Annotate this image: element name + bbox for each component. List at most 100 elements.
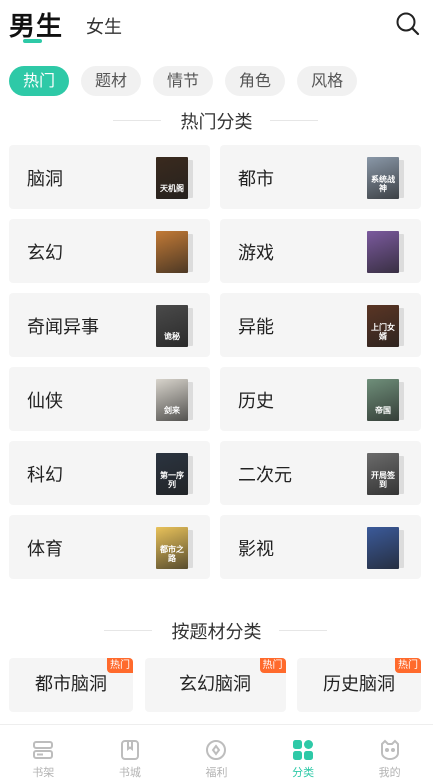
filter-chips: 热门 题材 情节 角色 风格 xyxy=(9,66,358,96)
nav-item-welfare[interactable]: 福利 xyxy=(173,725,260,779)
book-cover-title: 天机阁 xyxy=(160,184,184,193)
book-cover-stack: 帝国 xyxy=(367,379,404,421)
book-cover-stack: 剑来 xyxy=(156,379,193,421)
book-cover xyxy=(367,527,399,569)
topic-row: 都市脑洞 热门 玄幻脑洞 热门 历史脑洞 热门 xyxy=(9,658,421,712)
nav-label: 书架 xyxy=(32,766,55,779)
book-cover-title: 开局签到 xyxy=(371,471,395,489)
hot-section-label: 热门分类 xyxy=(180,112,253,133)
active-tab-indicator xyxy=(23,39,42,43)
book-cover: 第一序列 xyxy=(156,453,188,495)
book-cover: 天机阁 xyxy=(156,157,188,199)
topic-card[interactable]: 玄幻脑洞 热门 xyxy=(144,658,286,712)
book-cover-title: 上门女婿 xyxy=(371,323,395,341)
book-cover-title: 第一序列 xyxy=(160,471,184,489)
category-label: 游戏 xyxy=(238,243,274,264)
book-cover-title: 诡秘 xyxy=(164,332,180,341)
book-cover-stack xyxy=(367,231,404,273)
book-cover-title: 都市之路 xyxy=(160,545,184,563)
hot-badge: 热门 xyxy=(259,658,286,673)
category-label: 都市 xyxy=(238,169,274,190)
filter-chip[interactable]: 角色 xyxy=(225,66,286,96)
book-cover: 诡秘 xyxy=(156,305,188,347)
category-label: 脑洞 xyxy=(27,169,63,190)
book-cover-stack: 天机阁 xyxy=(156,157,193,199)
topic-label: 玄幻脑洞 xyxy=(179,674,251,695)
category-card[interactable]: 仙侠剑来 xyxy=(9,367,210,431)
book-cover-title: 系统战神 xyxy=(371,175,395,193)
bookstore-icon xyxy=(118,738,142,762)
book-cover xyxy=(367,231,399,273)
hot-badge: 热门 xyxy=(107,658,133,673)
hot-section-title: 热门分类 xyxy=(0,108,433,134)
nav-item-category[interactable]: 分类 xyxy=(260,725,347,779)
book-cover: 系统战神 xyxy=(367,157,399,199)
book-cover: 开局签到 xyxy=(367,453,399,495)
welfare-icon xyxy=(204,738,228,762)
category-card[interactable]: 历史帝国 xyxy=(220,367,421,431)
filter-chip[interactable]: 题材 xyxy=(81,66,142,96)
category-card[interactable]: 玄幻 xyxy=(9,219,210,283)
book-cover: 上门女婿 xyxy=(367,305,399,347)
topic-label: 历史脑洞 xyxy=(323,674,395,695)
category-card[interactable]: 奇闻异事诡秘 xyxy=(9,293,210,357)
book-cover-stack: 都市之路 xyxy=(156,527,193,569)
category-label: 历史 xyxy=(238,391,274,412)
book-cover-stack: 第一序列 xyxy=(156,453,193,495)
nav-label: 书城 xyxy=(118,766,141,779)
hot-badge: 热门 xyxy=(395,658,421,673)
book-cover-stack xyxy=(367,527,404,569)
bottom-nav: 书架 书城 福利 分类 我的 xyxy=(0,724,433,779)
book-cover: 帝国 xyxy=(367,379,399,421)
category-label: 仙侠 xyxy=(27,391,63,412)
top-header: 男生 女生 xyxy=(0,0,433,52)
category-label: 影视 xyxy=(238,539,274,560)
nav-label: 我的 xyxy=(378,766,401,779)
bookshelf-icon xyxy=(31,738,55,762)
book-cover-stack: 诡秘 xyxy=(156,305,193,347)
search-button[interactable] xyxy=(394,10,422,38)
topic-section-title: 按题材分类 xyxy=(0,618,433,644)
category-label: 体育 xyxy=(27,539,63,560)
topic-section-label: 按题材分类 xyxy=(171,622,262,643)
tab-female[interactable]: 女生 xyxy=(86,13,122,39)
search-icon xyxy=(396,12,420,36)
category-label: 二次元 xyxy=(238,465,292,486)
nav-item-profile[interactable]: 我的 xyxy=(346,725,433,779)
topic-card[interactable]: 都市脑洞 热门 xyxy=(9,658,133,712)
category-card[interactable]: 二次元 开局签到 xyxy=(220,441,421,505)
nav-label: 分类 xyxy=(292,766,315,779)
book-cover: 都市之路 xyxy=(156,527,188,569)
category-card[interactable]: 脑洞天机阁 xyxy=(9,145,210,209)
category-card[interactable]: 影视 xyxy=(220,515,421,579)
category-grid: 脑洞 天机阁 都市 系统战神 玄幻 游戏 奇闻异事 诡秘 异能 上门女婿 仙侠 剑来 历史 帝国 科幻 第一序… xyxy=(9,145,421,579)
book-cover-stack: 系统战神 xyxy=(367,157,404,199)
category-label: 异能 xyxy=(238,317,274,338)
book-cover-title: 剑来 xyxy=(164,406,180,415)
nav-item-bookstore[interactable]: 书城 xyxy=(87,725,174,779)
category-card[interactable]: 异能 上门女婿 xyxy=(220,293,421,357)
tab-male[interactable]: 男生 xyxy=(9,6,63,43)
nav-label: 福利 xyxy=(205,766,228,779)
nav-item-bookshelf[interactable]: 书架 xyxy=(0,725,87,779)
filter-chip[interactable]: 风格 xyxy=(297,66,358,96)
book-cover: 剑来 xyxy=(156,379,188,421)
category-icon xyxy=(291,738,315,762)
category-card[interactable]: 游戏 xyxy=(220,219,421,283)
category-label: 科幻 xyxy=(27,465,63,486)
book-cover xyxy=(156,231,188,273)
topic-card[interactable]: 历史脑洞 热门 xyxy=(297,658,421,712)
profile-icon xyxy=(378,738,402,762)
category-label: 玄幻 xyxy=(27,243,63,264)
book-cover-stack: 开局签到 xyxy=(367,453,404,495)
topic-label: 都市脑洞 xyxy=(35,674,107,695)
category-card[interactable]: 都市 系统战神 xyxy=(220,145,421,209)
filter-chip[interactable]: 情节 xyxy=(153,66,214,96)
category-card[interactable]: 体育 都市之路 xyxy=(9,515,210,579)
category-label: 奇闻异事 xyxy=(27,317,99,338)
book-cover-stack: 上门女婿 xyxy=(367,305,404,347)
filter-chip[interactable]: 热门 xyxy=(9,66,70,96)
book-cover-title: 帝国 xyxy=(375,406,391,415)
category-card[interactable]: 科幻 第一序列 xyxy=(9,441,210,505)
book-cover-stack xyxy=(156,231,193,273)
